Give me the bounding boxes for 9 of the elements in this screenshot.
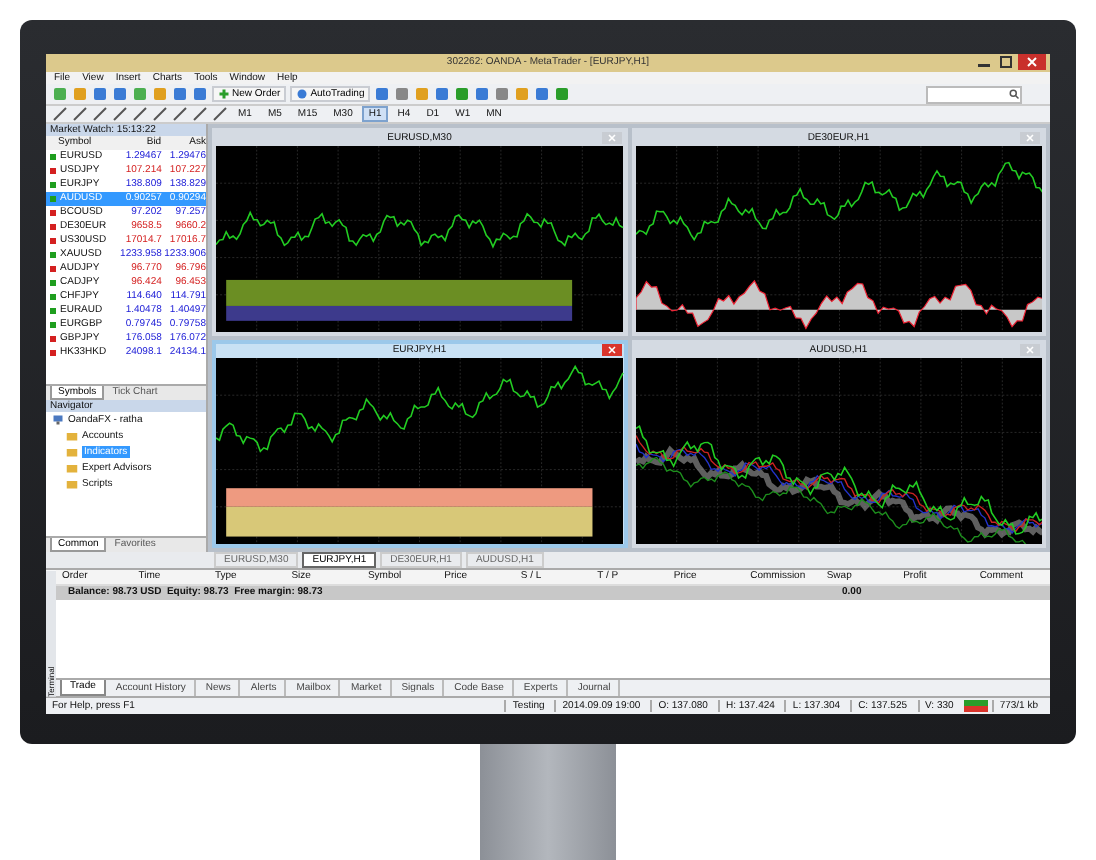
monitor-stand (480, 744, 616, 860)
connection-icon (963, 700, 988, 713)
search-field[interactable] (926, 85, 1022, 104)
computer-icon (52, 413, 64, 426)
plus-icon (218, 88, 230, 101)
maximize-icon[interactable] (996, 54, 1016, 70)
close-icon[interactable] (1018, 54, 1046, 70)
close-icon[interactable] (601, 344, 621, 357)
search-icon (1008, 88, 1020, 101)
